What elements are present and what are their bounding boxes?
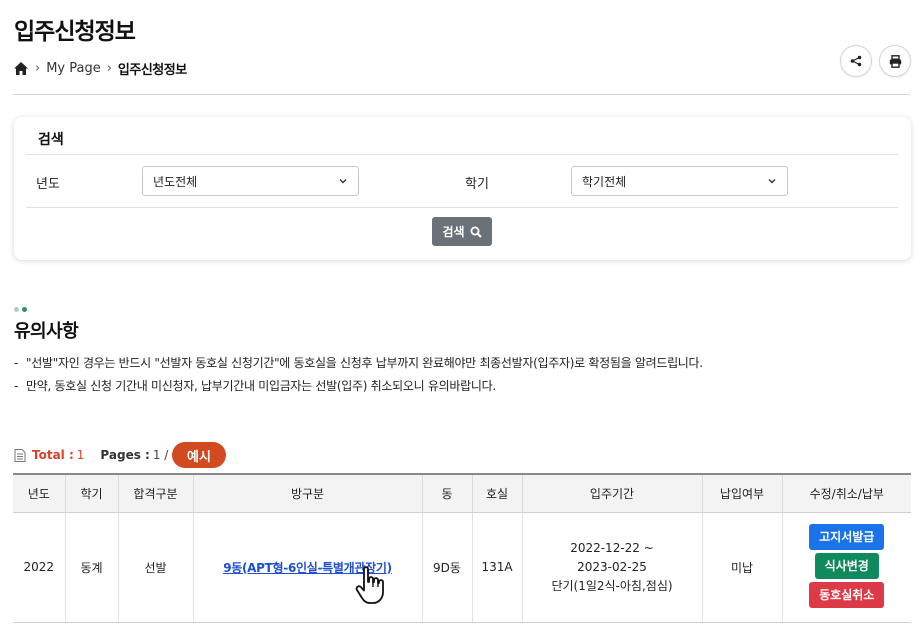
document-icon: [14, 448, 26, 462]
share-button[interactable]: [840, 45, 872, 77]
notice-item: - "선발"자인 경우는 반드시 "선발자 동호실 신청기간"에 동호실을 신청후…: [14, 356, 703, 370]
notice-title: 유의사항: [14, 321, 79, 342]
chevron-down-icon: [339, 179, 347, 184]
search-button[interactable]: 검색: [432, 217, 492, 246]
divider: [26, 207, 898, 208]
column-header: 방구분: [192, 473, 422, 513]
table-row: 2022 동계 선발 9동(APT형-6인실-특별개관장기) 9D동 131A …: [13, 512, 911, 623]
divider: [26, 154, 898, 155]
column-header: 년도: [13, 473, 65, 513]
column-header: 호실: [471, 473, 522, 513]
issue-bill-button[interactable]: 고지서발급: [809, 523, 885, 550]
change-meal-button[interactable]: 식사변경: [814, 552, 879, 579]
breadcrumb-separator: ›: [35, 60, 41, 76]
cell-year: 2022: [13, 512, 65, 623]
print-button[interactable]: [879, 45, 911, 77]
cell-term: 동계: [64, 512, 118, 623]
share-icon: [850, 55, 862, 67]
column-header: 합격구분: [117, 473, 193, 513]
cell-paid: 미납: [701, 512, 782, 623]
total-label: Total :: [32, 448, 74, 462]
breadcrumb-item-mypage[interactable]: My Page: [46, 61, 101, 76]
section-dots: [14, 307, 27, 312]
search-panel: 검색 년도 년도전체 학기 학기전체 검색: [14, 117, 911, 260]
application-table: 년도 학기 합격구분 방구분 동 호실 입주기간 납입여부 수정/취소/납부 2…: [13, 473, 911, 623]
cell-room: 131A: [471, 512, 522, 623]
cell-building: 9D동: [421, 512, 472, 623]
term-select-value: 학기전체: [582, 174, 627, 189]
notice-item: - 만약, 동호실 신청 기간내 미신청자, 납부기간내 미입금자는 선발(입주)…: [14, 379, 496, 393]
year-label: 년도: [36, 177, 60, 192]
year-select[interactable]: 년도전체: [142, 166, 359, 196]
cell-period: 2022-12-22 ~ 2023-02-25 단기(1일2식-아침,점심): [521, 512, 702, 623]
total-count: 1: [76, 448, 85, 462]
breadcrumb-item-current: 입주신청정보: [117, 62, 187, 78]
cell-actions: 고지서발급 식사변경 동호실취소: [781, 512, 911, 623]
hand-cursor-icon: [355, 566, 384, 604]
column-header: 학기: [64, 473, 118, 513]
search-button-label: 검색: [442, 225, 465, 239]
column-header: 납입여부: [701, 473, 782, 513]
column-header: 입주기간: [521, 473, 702, 513]
chevron-down-icon: [768, 179, 776, 184]
cancel-room-button[interactable]: 동호실취소: [809, 581, 885, 608]
breadcrumb: › My Page › 입주신청정보: [13, 59, 187, 78]
print-icon: [889, 54, 901, 68]
term-select[interactable]: 학기전체: [571, 166, 788, 196]
header-divider: [13, 94, 910, 95]
column-header: 수정/취소/납부: [781, 473, 911, 513]
notice-text: "선발"자인 경우는 반드시 "선발자 동호실 신청기간"에 동호실을 신청후 …: [26, 356, 703, 370]
result-summary: Total : 1 Pages : 1 / 1: [14, 443, 180, 467]
term-label: 학기: [465, 177, 489, 192]
home-icon[interactable]: [13, 61, 29, 76]
breadcrumb-separator: ›: [106, 60, 112, 76]
search-title: 검색: [38, 132, 64, 148]
search-icon: [470, 226, 482, 238]
period-meal: 단기(1일2식-아침,점심): [551, 578, 673, 593]
year-select-value: 년도전체: [153, 174, 198, 189]
pages-label: Pages :: [100, 448, 150, 462]
column-header: 동: [421, 473, 472, 513]
example-badge: 예시: [172, 442, 226, 468]
cell-pass-type: 선발: [117, 512, 193, 623]
period-start: 2022-12-22 ~: [570, 540, 654, 555]
table-header-row: 년도 학기 합격구분 방구분 동 호실 입주기간 납입여부 수정/취소/납부: [13, 473, 911, 513]
notice-text: 만약, 동호실 신청 기간내 미신청자, 납부기간내 미입금자는 선발(입주) …: [26, 379, 496, 393]
period-end: 2023-02-25: [577, 559, 647, 574]
page-title: 입주신청정보: [14, 19, 136, 45]
